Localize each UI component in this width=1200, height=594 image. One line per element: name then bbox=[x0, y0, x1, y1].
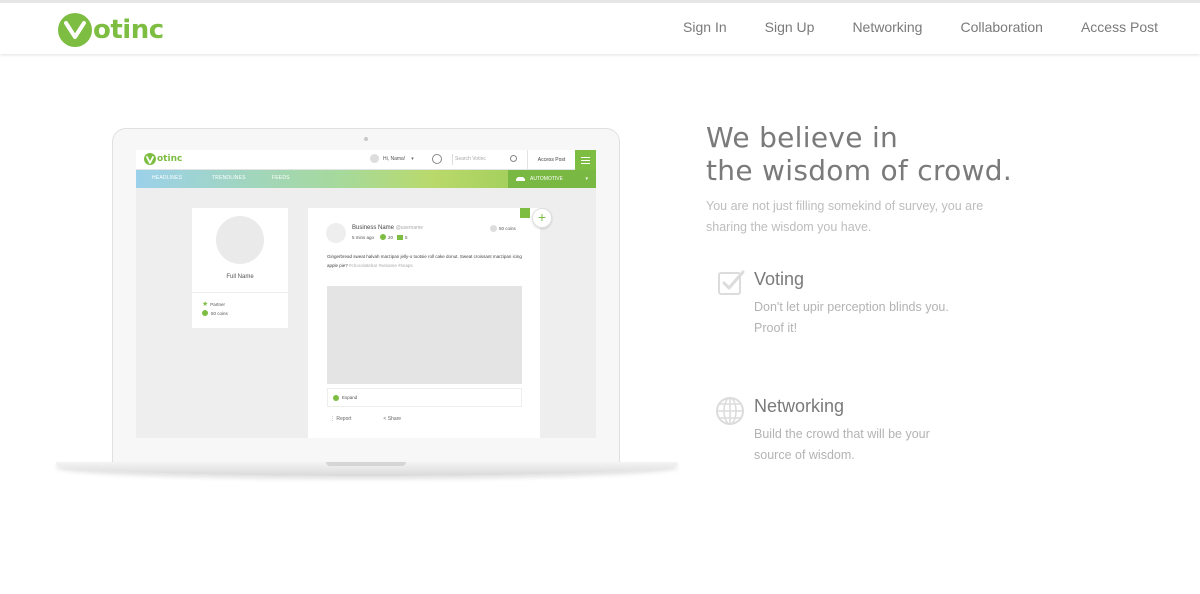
nav-networking[interactable]: Networking bbox=[852, 18, 922, 36]
vote-icon bbox=[380, 234, 387, 240]
globe-icon bbox=[715, 396, 745, 431]
nav-sign-up[interactable]: Sign Up bbox=[765, 18, 815, 36]
mockup-post-image bbox=[327, 286, 522, 384]
mockup-tab-feeds: FEEDS bbox=[272, 175, 290, 181]
mockup-share-label: Share bbox=[387, 416, 402, 422]
logo-badge-icon bbox=[58, 13, 92, 47]
mockup-user-menu: Hi, Nama! ▾ bbox=[370, 154, 414, 163]
laptop-camera bbox=[364, 137, 368, 141]
mockup-post-coins-label: 50 coins bbox=[499, 226, 516, 231]
mockup-post-tags: #chocolatebar #sesame #snaps bbox=[349, 263, 413, 268]
chevron-down-icon: ▾ bbox=[585, 176, 588, 182]
mockup-user-greeting: Hi, Nama! bbox=[383, 155, 406, 162]
mockup-post-meta: 5 mins ago 20 5 bbox=[352, 234, 408, 240]
mockup-search-icon bbox=[510, 155, 517, 162]
mockup-profile-name: Full Name bbox=[226, 274, 254, 280]
divider bbox=[192, 292, 288, 293]
mockup-category-label: AUTOMOTIVE bbox=[530, 176, 563, 182]
mockup-tab-trendlines: TRENDLINES bbox=[212, 175, 246, 181]
plus-icon bbox=[333, 394, 339, 401]
logo-text: otinc bbox=[93, 15, 164, 45]
mockup-logo-text: otinc bbox=[157, 154, 183, 164]
mockup-profile-badge: ★ Partner bbox=[202, 300, 225, 308]
feature-voting-text: Don't let upir perception blinds you. Pr… bbox=[754, 300, 949, 335]
coin-icon bbox=[490, 225, 497, 232]
coin-icon bbox=[202, 310, 208, 316]
mockup-add-icon: + bbox=[532, 208, 552, 228]
mockup-report-label: Report bbox=[336, 416, 352, 422]
mockup-profile-card: Full Name ★ Partner 50 coins bbox=[192, 208, 288, 328]
votinc-logo[interactable]: otinc bbox=[58, 12, 164, 48]
mockup-post-author: Business Name @username bbox=[352, 225, 423, 231]
mockup-logo: otinc bbox=[144, 153, 182, 165]
mockup-profile-avatar bbox=[216, 216, 264, 264]
feature-voting-title: Voting bbox=[754, 269, 805, 289]
mockup-report: ⋮ Report bbox=[330, 416, 352, 422]
mockup-share: < Share bbox=[383, 416, 402, 422]
mockup-tabs-bar: HEADLINES TRENDLINES FEEDS AUTOMOTIVE ▾ bbox=[136, 170, 596, 188]
mockup-post-coins: 50 coins bbox=[490, 225, 516, 232]
mockup-category-select: AUTOMOTIVE ▾ bbox=[508, 170, 596, 188]
hero-title-line-1: We believe in bbox=[706, 121, 899, 154]
star-icon: ★ bbox=[202, 301, 209, 308]
mockup-logo-badge-icon bbox=[144, 153, 156, 165]
mockup-profile-coins-label: 50 coins bbox=[211, 310, 228, 316]
mockup-post-votes: 20 bbox=[388, 234, 394, 240]
hero-title-line-2: the wisdom of crowd. bbox=[706, 154, 1013, 187]
nav-sign-in[interactable]: Sign In bbox=[683, 18, 727, 36]
mockup-post-text: Gingerbread sweat halvah marzipan jelly-… bbox=[327, 252, 527, 270]
mockup-hamburger-icon bbox=[575, 150, 596, 170]
laptop-base-notch bbox=[326, 462, 406, 466]
car-icon bbox=[516, 177, 525, 181]
mockup-globe-icon bbox=[432, 154, 442, 164]
mockup-profile-coins: 50 coins bbox=[202, 310, 228, 316]
mockup-profile-badge-label: Partner bbox=[210, 301, 226, 307]
mockup-post-actions: ⋮ Report < Share bbox=[330, 416, 433, 422]
nav-collaboration[interactable]: Collaboration bbox=[960, 18, 1043, 36]
mockup-post-avatar bbox=[326, 223, 346, 243]
check-icon bbox=[716, 268, 746, 303]
top-navigation-bar: otinc Sign In Sign Up Networking Collabo… bbox=[0, 0, 1200, 54]
feature-networking-title: Networking bbox=[754, 396, 845, 416]
feature-networking-text: Build the crowd that will be your source… bbox=[754, 427, 930, 462]
mockup-post-business-name: Business Name bbox=[352, 225, 395, 231]
mockup-expand-label: Expand bbox=[342, 395, 358, 400]
mockup-tab-headlines: HEADLINES bbox=[152, 175, 183, 181]
mockup-post-handle: @username bbox=[395, 225, 424, 231]
hero-title: We believe in the wisdom of crowd. bbox=[706, 121, 1186, 187]
mockup-header: otinc Hi, Nama! ▾ Search Votinc Access P… bbox=[136, 150, 596, 170]
mockup-post-time: 5 mins ago bbox=[352, 234, 375, 240]
chevron-down-icon: ▾ bbox=[411, 155, 414, 162]
nav-access-post[interactable]: Access Post bbox=[1081, 18, 1158, 36]
mockup-expand: Expand bbox=[327, 388, 522, 407]
main-nav: Sign In Sign Up Networking Collaboration… bbox=[645, 18, 1158, 36]
mockup-post-comments: 5 bbox=[405, 234, 408, 240]
hero-subtitle: You are not just filling somekind of sur… bbox=[706, 199, 984, 234]
mockup-avatar bbox=[370, 154, 379, 163]
mockup-access-post: Access Post bbox=[527, 150, 575, 170]
mockup-post-card: Business Name @username 5 mins ago 20 5 … bbox=[308, 208, 540, 438]
laptop-screen: otinc Hi, Nama! ▾ Search Votinc Access P… bbox=[136, 150, 596, 438]
comment-icon bbox=[397, 234, 404, 240]
bookmark-icon bbox=[520, 208, 530, 218]
